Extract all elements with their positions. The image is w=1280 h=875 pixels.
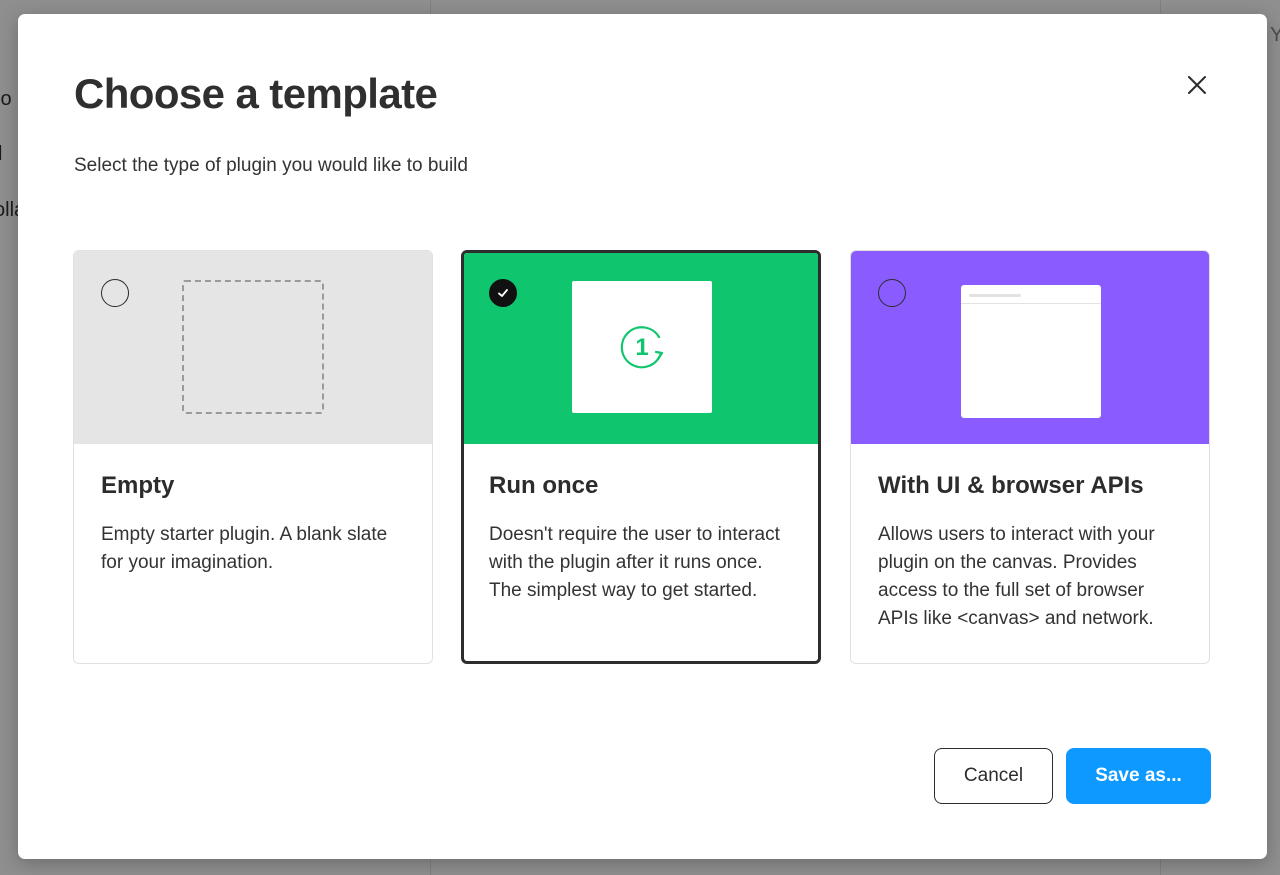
card-title: With UI & browser APIs [878, 472, 1144, 499]
dialog-subtitle: Select the type of plugin you would like… [74, 155, 468, 176]
choose-template-dialog: Choose a template Select the type of plu… [18, 14, 1267, 859]
window-preview-icon [961, 285, 1101, 418]
template-card-empty[interactable]: Empty Empty starter plugin. A blank slat… [73, 250, 433, 664]
radio-button-checked[interactable] [489, 279, 517, 307]
save-as-button[interactable]: Save as... [1066, 748, 1211, 804]
card-preview: 1 [464, 253, 818, 444]
window-title-bar [969, 294, 1021, 297]
radio-button[interactable] [101, 279, 129, 307]
card-description: Allows users to interact with your plugi… [878, 524, 1155, 629]
card-description: Empty starter plugin. A blank slate for … [101, 524, 388, 573]
card-description: Doesn't require the user to interact wit… [489, 524, 780, 601]
card-preview [851, 251, 1209, 444]
card-preview [74, 251, 432, 444]
radio-button[interactable] [878, 279, 906, 307]
cancel-button[interactable]: Cancel [934, 748, 1053, 804]
card-title: Empty [101, 472, 175, 499]
close-icon [1188, 76, 1206, 94]
checkmark-icon [498, 289, 508, 297]
window-divider [961, 303, 1101, 304]
run-once-number: 1 [635, 334, 648, 361]
run-once-icon: 1 [620, 326, 664, 369]
close-button[interactable] [1181, 69, 1213, 101]
dialog-title: Choose a template [74, 70, 438, 117]
template-card-with-ui[interactable]: With UI & browser APIs Allows users to i… [850, 250, 1210, 664]
empty-placeholder-icon [182, 280, 324, 414]
template-card-run-once[interactable]: 1 Run once Doesn't require the user to i… [461, 250, 821, 664]
card-title: Run once [489, 472, 599, 499]
run-once-preview: 1 [572, 281, 712, 413]
